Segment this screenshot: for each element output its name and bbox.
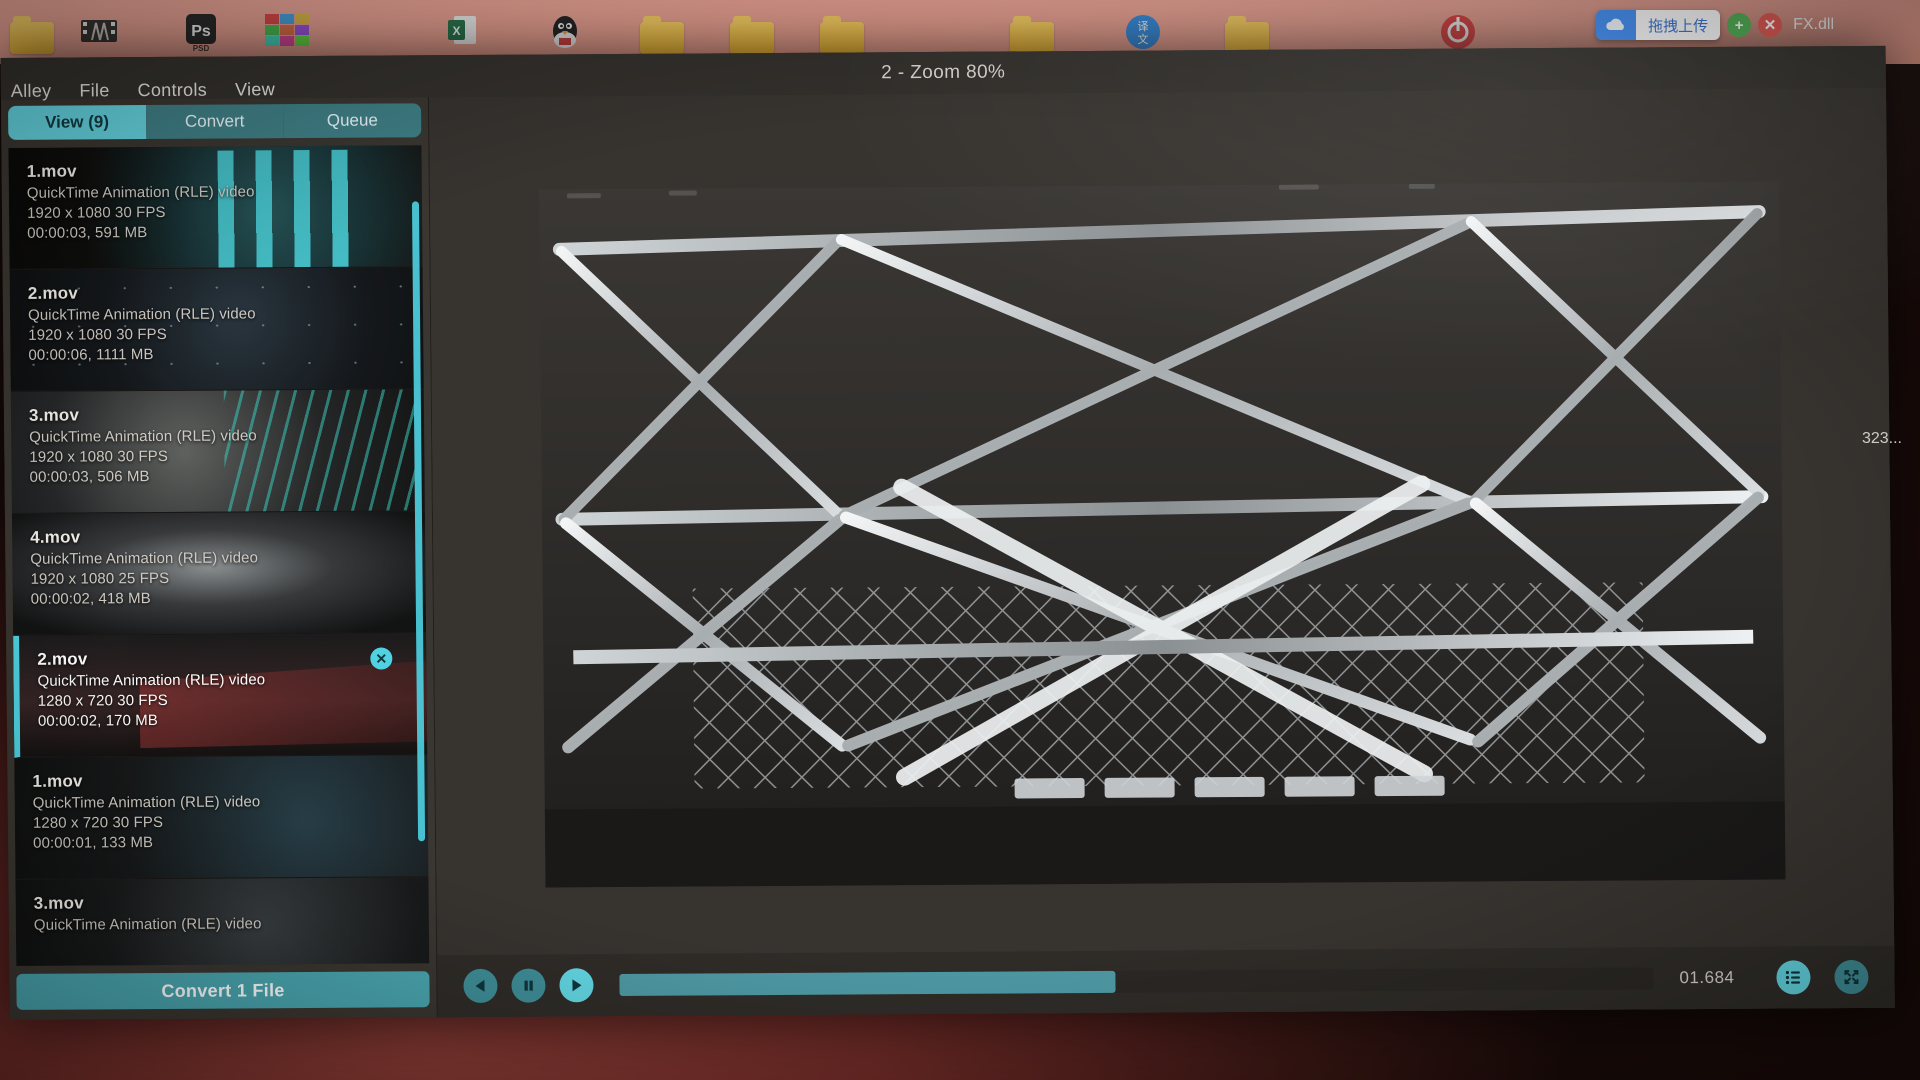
menu-bar: Alley File Controls View: [1, 74, 275, 106]
file-name: 2.mov: [27, 283, 79, 303]
list-item-selected[interactable]: ✕ 2.mov QuickTime Animation (RLE) video …: [13, 633, 428, 758]
fullscreen-icon[interactable]: [1834, 959, 1869, 995]
file-resolution: 1280 x 720 30 FPS: [37, 691, 168, 710]
file-resolution: 1920 x 1080 30 FPS: [29, 447, 169, 466]
file-name: 3.mov: [33, 893, 84, 913]
file-format: QuickTime Animation (RLE) video: [29, 427, 257, 446]
upload-overlay-label: 拖拽上传: [1636, 10, 1721, 40]
tab-view[interactable]: View (9): [8, 105, 147, 140]
file-duration: 00:00:01, 133 MB: [33, 834, 154, 852]
list-item[interactable]: 3.mov QuickTime Animation (RLE) video 19…: [10, 389, 425, 514]
tab-convert[interactable]: Convert: [145, 104, 284, 140]
application-window: 2 - Zoom 80% Alley File Controls View Vi…: [0, 45, 1895, 1020]
file-resolution: 1920 x 1080 30 FPS: [28, 325, 167, 344]
pause-icon[interactable]: [511, 968, 546, 1003]
plus-icon[interactable]: +: [1727, 13, 1752, 37]
file-duration: 00:00:02, 418 MB: [30, 590, 151, 608]
seek-slider[interactable]: [619, 967, 1654, 997]
convert-button[interactable]: Convert 1 File: [16, 971, 430, 1010]
tab-bar: View (9) Convert Queue: [8, 103, 422, 140]
upload-overlay-box[interactable]: 拖拽上传: [1596, 10, 1721, 40]
list-item[interactable]: 1.mov QuickTime Animation (RLE) video 19…: [8, 145, 423, 270]
playlist-icon[interactable]: [1776, 960, 1811, 995]
play-icon[interactable]: [559, 968, 594, 1003]
photo-of-monitor: Ps PSD X 译 文 拖拽上传 + ✕ FX.dll 323... 2 - …: [0, 0, 1920, 1080]
file-resolution: 1280 x 720 30 FPS: [32, 813, 164, 832]
menu-alley[interactable]: Alley: [11, 80, 52, 101]
monitor-screen: 2 - Zoom 80% Alley File Controls View Vi…: [0, 0, 1920, 1020]
player-panel: 01.684: [428, 87, 1895, 1018]
file-duration: 00:00:02, 170 MB: [37, 711, 159, 730]
close-icon[interactable]: ✕: [1758, 13, 1783, 37]
file-format: QuickTime Animation (RLE) video: [33, 915, 262, 934]
menu-file[interactable]: File: [79, 80, 109, 101]
file-duration: 00:00:03, 506 MB: [29, 468, 150, 486]
list-item[interactable]: 1.mov QuickTime Animation (RLE) video 12…: [14, 755, 429, 880]
file-name: 3.mov: [28, 405, 80, 425]
transport-bar: 01.684: [437, 945, 1895, 1018]
window-body: View (9) Convert Queue 1.mov QuickTime A…: [0, 87, 1895, 1020]
left-panel: View (9) Convert Queue 1.mov QuickTime A…: [0, 97, 438, 1020]
file-list[interactable]: 1.mov QuickTime Animation (RLE) video 19…: [8, 145, 430, 966]
file-resolution: 1920 x 1080 30 FPS: [26, 203, 166, 222]
menu-controls[interactable]: Controls: [138, 79, 208, 100]
file-name: 1.mov: [26, 161, 77, 181]
file-format: QuickTime Animation (RLE) video: [26, 183, 255, 202]
list-item[interactable]: 4.mov QuickTime Animation (RLE) video 19…: [11, 511, 427, 636]
cloud-upload-icon: [1596, 10, 1637, 40]
file-duration: 00:00:06, 1111 MB: [28, 346, 154, 364]
file-name: 4.mov: [30, 527, 81, 547]
video-preview[interactable]: [538, 181, 1786, 888]
desktop-side-label: 323...: [1861, 430, 1902, 447]
file-format: QuickTime Animation (RLE) video: [30, 549, 259, 568]
list-item[interactable]: 2.mov QuickTime Animation (RLE) video 19…: [9, 267, 424, 392]
overlay-filename: FX.dll: [1793, 16, 1834, 33]
upload-overlay-widget[interactable]: 拖拽上传 + ✕ FX.dll: [1596, 10, 1834, 40]
file-format: QuickTime Animation (RLE) video: [32, 793, 261, 812]
file-name: 1.mov: [32, 771, 83, 791]
file-format: QuickTime Animation (RLE) video: [27, 305, 256, 324]
video-frame-content: [538, 181, 1786, 888]
timecode: 01.684: [1679, 967, 1735, 988]
menu-view[interactable]: View: [235, 79, 275, 100]
previous-icon[interactable]: [463, 968, 498, 1004]
list-item[interactable]: 3.mov QuickTime Animation (RLE) video: [15, 877, 430, 966]
seek-progress: [619, 970, 1116, 997]
remove-file-button[interactable]: ✕: [370, 647, 393, 670]
file-format: QuickTime Animation (RLE) video: [37, 671, 266, 690]
file-resolution: 1920 x 1080 25 FPS: [30, 569, 170, 588]
window-title: 2 - Zoom 80%: [881, 61, 1006, 84]
video-stage[interactable]: [428, 87, 1895, 956]
file-duration: 00:00:03, 591 MB: [27, 224, 148, 242]
tab-queue[interactable]: Queue: [283, 103, 422, 139]
file-name: 2.mov: [37, 649, 88, 669]
